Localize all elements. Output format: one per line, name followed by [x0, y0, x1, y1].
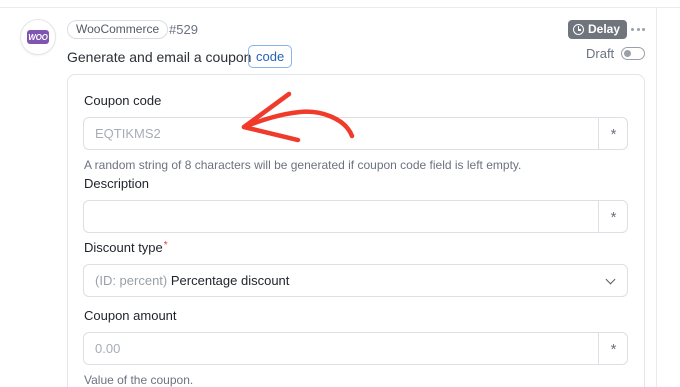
insert-token-icon[interactable]: * — [599, 333, 628, 364]
draft-toggle[interactable] — [621, 47, 645, 60]
discount-type-id: (ID: percent) — [95, 273, 168, 288]
coupon-code-label: Coupon code — [84, 93, 162, 108]
delay-label: Delay — [588, 22, 621, 36]
description-field[interactable]: * — [83, 200, 628, 233]
code-chip[interactable]: code — [248, 45, 293, 68]
chevron-down-icon — [605, 274, 616, 285]
more-dots-icon[interactable] — [629, 21, 647, 37]
top-divider — [0, 7, 680, 8]
draft-label: Draft — [586, 46, 615, 61]
coupon-amount-help: Value of the coupon. — [84, 373, 194, 387]
coupon-amount-placeholder: 0.00 — [95, 341, 121, 356]
discount-type-select[interactable]: (ID: percent) Percentage discount — [83, 264, 628, 297]
right-divider — [656, 7, 657, 387]
description-label: Description — [84, 176, 150, 191]
coupon-amount-field[interactable]: 0.00 * — [83, 332, 628, 365]
coupon-code-placeholder: EQTIKMS2 — [95, 126, 161, 141]
clock-icon — [573, 24, 584, 35]
required-mark: * — [163, 240, 168, 251]
delay-badge[interactable]: Delay — [568, 20, 628, 39]
insert-token-icon[interactable]: * — [599, 201, 628, 232]
discount-type-label-text: Discount type — [84, 240, 163, 255]
insert-token-icon[interactable]: * — [599, 118, 628, 149]
coupon-code-field[interactable]: EQTIKMS2 * — [83, 117, 628, 150]
toggle-knob — [624, 49, 631, 57]
discount-type-text: Percentage discount — [170, 273, 290, 288]
app-avatar: WOO — [20, 19, 56, 55]
step-number: #529 — [169, 22, 198, 37]
coupon-amount-label: Coupon amount — [84, 308, 177, 323]
discount-type-value: (ID: percent) Percentage discount — [95, 265, 289, 296]
woocommerce-logo: WOO — [27, 30, 49, 44]
app-tag: WooCommerce — [67, 20, 169, 39]
discount-type-label: Discount type* — [84, 240, 168, 258]
coupon-code-help: A random string of 8 characters will be … — [84, 158, 522, 172]
step-title: Generate and email a coupon — [67, 49, 252, 65]
